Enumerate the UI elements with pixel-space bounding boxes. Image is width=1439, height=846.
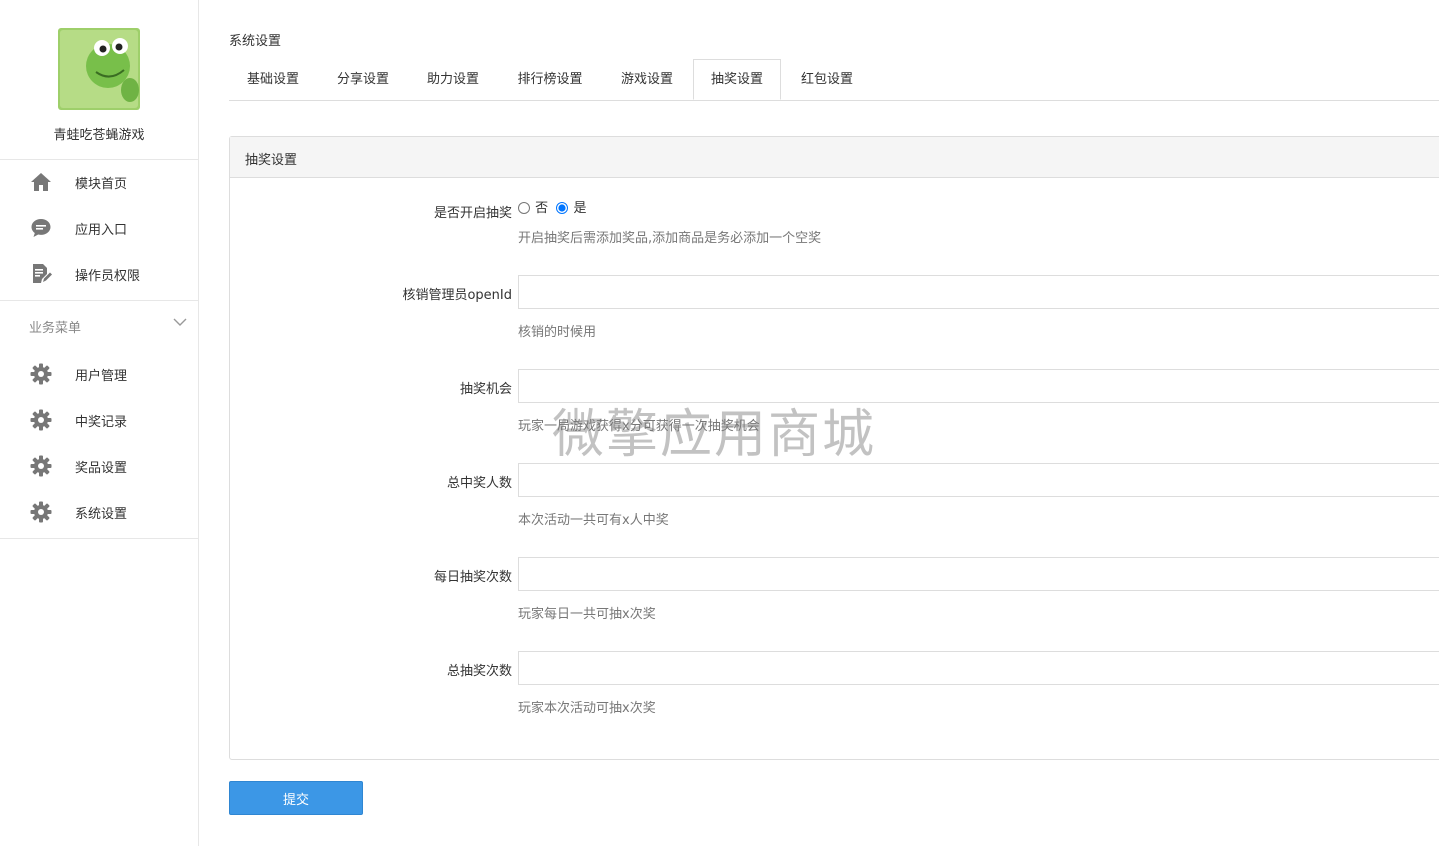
lottery-chance-label: 抽奖机会 [459,382,512,397]
enable-lottery-label: 是否开启抽奖 [433,206,512,221]
nav-item-app-entry[interactable]: 应用入口 [0,207,198,247]
admin-openid-input[interactable] [518,275,1439,309]
tab-share-settings[interactable]: 分享设置 [319,59,407,100]
app-name: 青蛙吃苍蝇游戏 [53,128,145,143]
tab-assist-settings[interactable]: 助力设置 [409,59,497,100]
tab-lottery-settings[interactable]: 抽奖设置 [693,59,781,100]
lottery-settings-panel: 抽奖设置 是否开启抽奖 否 是 开启抽奖后需添加奖品,添加商品是务必添加一个空奖… [229,136,1439,760]
settings-tabs: 基础设置 分享设置 助力设置 排行榜设置 游戏设置 抽奖设置 红包设置 [229,59,1439,101]
breadcrumb: 系统设置 [229,34,282,49]
nav-item-label: 操作员权限 [75,269,141,284]
total-winners-input[interactable] [518,463,1439,497]
home-icon [30,171,52,193]
tab-leaderboard-settings[interactable]: 排行榜设置 [499,59,601,100]
admin-openid-help: 核销的时候用 [518,325,597,340]
lottery-chance-input[interactable] [518,369,1439,403]
gear-icon [30,409,52,431]
section-title-business-menu: 业务菜单 [29,321,82,336]
total-winners-help: 本次活动一共可有x人中奖 [518,513,669,528]
total-draws-input[interactable] [518,651,1439,685]
daily-draws-label: 每日抽奖次数 [433,570,512,585]
sidebar-divider [0,300,198,301]
total-draws-label: 总抽奖次数 [446,664,512,679]
lottery-chance-help: 玩家一局游戏获得x分可获得一次抽奖机会 [518,419,760,434]
daily-draws-input[interactable] [518,557,1439,591]
gear-icon [30,363,52,385]
nav-item-system-settings[interactable]: 系统设置 [0,491,198,531]
daily-draws-help: 玩家每日一共可抽x次奖 [518,607,656,622]
sidebar-divider [0,159,198,160]
nav-item-label: 中奖记录 [75,415,128,430]
enable-lottery-no-radio[interactable] [518,202,530,214]
nav-item-label: 应用入口 [75,223,128,238]
enable-lottery-help: 开启抽奖后需添加奖品,添加商品是务必添加一个空奖 [518,231,822,246]
gear-icon [30,501,52,523]
admin-openid-label: 核销管理员openId [402,288,512,303]
nav-item-label: 模块首页 [75,177,128,192]
nav-item-prize-settings[interactable]: 奖品设置 [0,445,198,485]
sidebar-divider [0,538,198,539]
enable-lottery-yes-label[interactable]: 是 [573,201,586,216]
tab-game-settings[interactable]: 游戏设置 [603,59,691,100]
nav-item-label: 奖品设置 [75,461,128,476]
panel-header: 抽奖设置 [230,137,1439,178]
total-winners-label: 总中奖人数 [446,476,512,491]
tab-basic-settings[interactable]: 基础设置 [229,59,317,100]
enable-lottery-no-label[interactable]: 否 [535,201,548,216]
chevron-down-icon[interactable] [172,316,188,328]
app-logo [58,28,140,110]
enable-lottery-radio-group: 否 是 [518,197,590,216]
enable-lottery-yes-radio[interactable] [556,202,569,214]
tab-red-packet-settings[interactable]: 红包设置 [783,59,871,100]
edit-document-icon [30,263,52,285]
nav-item-user-management[interactable]: 用户管理 [0,353,198,393]
nav-item-label: 用户管理 [75,369,128,384]
submit-button[interactable]: 提交 [229,781,363,815]
gear-icon [30,455,52,477]
sidebar: 青蛙吃苍蝇游戏 模块首页 应用入口 操作员权限 业务菜单 用户管理 中奖记录 奖… [0,0,199,846]
panel-title: 抽奖设置 [245,153,298,168]
chat-bubble-icon [30,217,52,239]
nav-item-operator-permissions[interactable]: 操作员权限 [0,253,198,293]
nav-item-module-home[interactable]: 模块首页 [0,161,198,201]
nav-item-winning-records[interactable]: 中奖记录 [0,399,198,439]
nav-item-label: 系统设置 [75,507,128,522]
total-draws-help: 玩家本次活动可抽x次奖 [518,701,656,716]
